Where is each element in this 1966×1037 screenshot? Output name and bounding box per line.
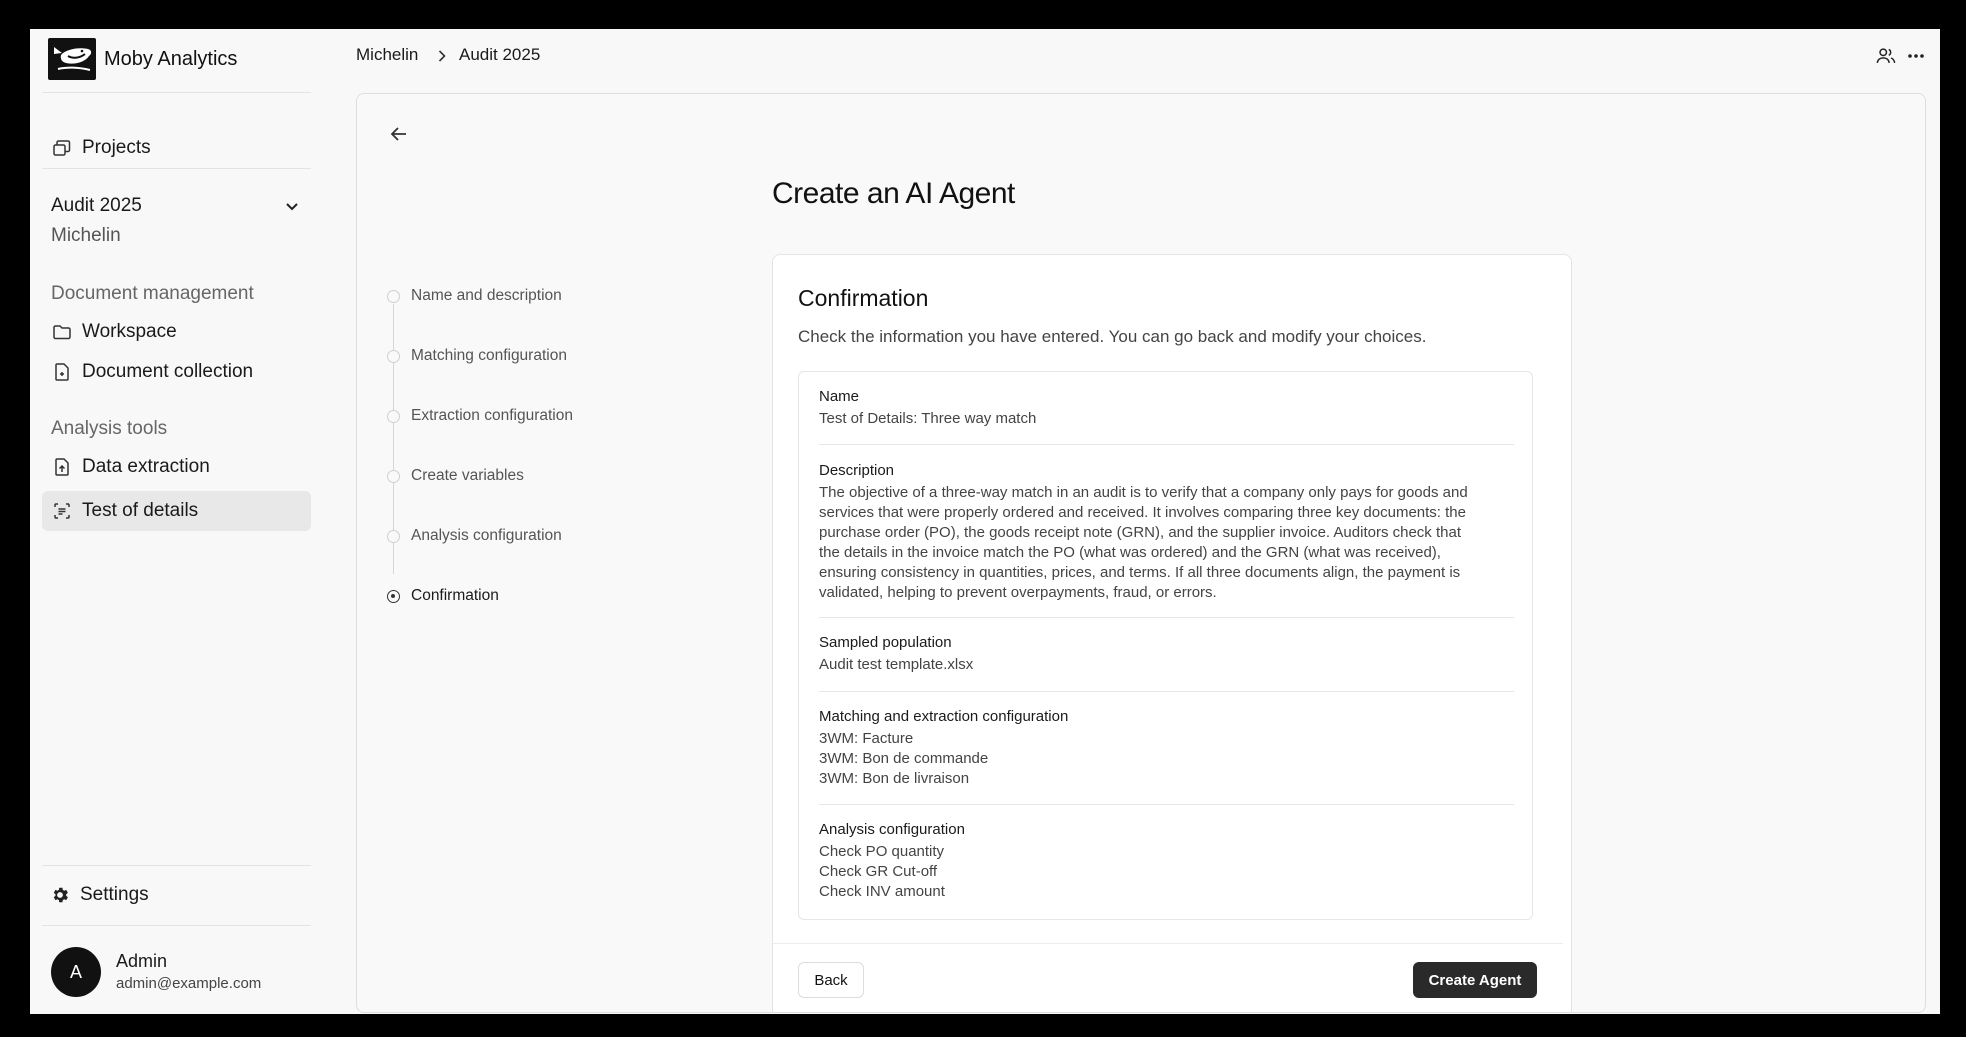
- field-description: Description The objective of a three-way…: [819, 461, 1514, 603]
- step-matching-configuration[interactable]: Matching configuration: [387, 347, 567, 365]
- step-label: Name and description: [411, 287, 562, 304]
- page-title: Create an AI Agent: [772, 177, 1015, 210]
- breadcrumb-item-project[interactable]: Audit 2025: [459, 45, 540, 65]
- sidebar-item-test-of-details[interactable]: Test of details: [42, 491, 311, 531]
- field-label: Name: [819, 388, 860, 405]
- field-analysis-configuration: Analysis configuration Check PO quantity…: [819, 820, 1514, 902]
- sidebar-item-label: Workspace: [82, 321, 177, 342]
- field-value: Check PO quantity Check GR Cut-off Check…: [819, 842, 1514, 902]
- divider: [773, 943, 1563, 944]
- divider: [42, 92, 311, 93]
- step-dot: [387, 289, 400, 303]
- description-line: The objective of a three-way match in an…: [819, 484, 1468, 501]
- config-line: Check INV amount: [819, 883, 945, 900]
- step-dot: [387, 529, 400, 543]
- step-label: Extraction configuration: [411, 407, 573, 424]
- section-label-document-management: Document management: [51, 283, 254, 304]
- project-client: Michelin: [51, 225, 121, 246]
- field-value: 3WM: Facture 3WM: Bon de commande 3WM: B…: [819, 729, 1514, 789]
- field-label: Matching and extraction configuration: [819, 708, 1069, 725]
- config-line: 3WM: Facture: [819, 730, 914, 747]
- divider: [42, 168, 311, 169]
- card-title: Confirmation: [798, 285, 929, 311]
- field-value: The objective of a three-way match in an…: [819, 483, 1514, 603]
- config-line: Check PO quantity: [819, 843, 945, 860]
- sidebar-item-label: Document collection: [82, 361, 254, 382]
- field-sampled-population: Sampled population Audit test template.x…: [819, 633, 1514, 675]
- step-extraction-configuration[interactable]: Extraction configuration: [387, 407, 573, 425]
- step-label: Create variables: [411, 467, 524, 484]
- step-analysis-configuration[interactable]: Analysis configuration: [387, 527, 562, 545]
- brand-name: Moby Analytics: [104, 47, 238, 70]
- breadcrumb-item-client[interactable]: Michelin: [356, 45, 418, 65]
- field-label: Analysis configuration: [819, 821, 965, 838]
- divider: [819, 691, 1514, 692]
- config-line: Check GR Cut-off: [819, 863, 938, 880]
- description-line: purchase order (PO), the goods receipt n…: [819, 524, 1461, 541]
- sidebar-item-label: Data extraction: [82, 456, 210, 477]
- step-create-variables[interactable]: Create variables: [387, 467, 524, 485]
- divider: [819, 444, 1514, 445]
- field-label: Sampled population: [819, 634, 952, 651]
- confirmation-card: Confirmation Check the information you h…: [772, 254, 1572, 1012]
- step-dot: [387, 469, 400, 483]
- more-options-icon[interactable]: [1904, 44, 1928, 68]
- step-name-and-description[interactable]: Name and description: [387, 287, 562, 305]
- user-email: admin@example.com: [116, 975, 262, 992]
- field-matching-configuration: Matching and extraction configuration 3W…: [819, 707, 1514, 789]
- back-button[interactable]: Back: [798, 962, 864, 998]
- test-of-details-icon: [52, 501, 72, 521]
- section-label-analysis-tools: Analysis tools: [51, 418, 168, 439]
- create-agent-button[interactable]: Create Agent: [1413, 962, 1537, 998]
- app-window: Moby Analytics Projects Audit 2025 Miche…: [30, 29, 1940, 1014]
- sidebar-item-data-extraction[interactable]: Data extraction: [42, 447, 311, 487]
- main-panel: Create an AI Agent Name and description …: [356, 93, 1926, 1013]
- sidebar-item-workspace[interactable]: Workspace: [42, 312, 311, 352]
- step-label: Matching configuration: [411, 347, 567, 364]
- sidebar-item-label: Projects: [82, 137, 151, 158]
- project-name: Audit 2025: [51, 195, 142, 216]
- divider: [819, 617, 1514, 618]
- back-arrow-icon[interactable]: [387, 122, 411, 146]
- divider: [42, 925, 311, 926]
- field-value: Audit test template.xlsx: [819, 656, 974, 673]
- chevron-right-icon: [438, 50, 446, 62]
- field-label: Description: [819, 462, 895, 479]
- step-dot: [387, 349, 400, 363]
- step-label: Confirmation: [411, 587, 499, 604]
- summary-box: Name Test of Details: Three way match De…: [798, 371, 1533, 920]
- step-dot-current: [387, 589, 400, 603]
- brand[interactable]: Moby Analytics: [48, 38, 237, 80]
- sidebar: Moby Analytics Projects Audit 2025 Miche…: [30, 29, 321, 1014]
- description-line: the details in the invoice match the PO …: [819, 544, 1441, 561]
- data-extraction-icon: [52, 457, 72, 477]
- sidebar-item-settings[interactable]: Settings: [42, 875, 311, 915]
- field-value: Test of Details: Three way match: [819, 410, 1037, 427]
- description-line: services that were properly ordered and …: [819, 504, 1466, 521]
- step-confirmation[interactable]: Confirmation: [387, 587, 499, 605]
- avatar[interactable]: A: [51, 947, 101, 997]
- gear-icon: [50, 885, 70, 905]
- config-line: 3WM: Bon de livraison: [819, 770, 970, 787]
- divider: [819, 804, 1514, 805]
- moby-logo-icon: [48, 38, 96, 80]
- folder-icon: [52, 322, 72, 342]
- description-line: ensuring consistency in quantities, pric…: [819, 564, 1461, 581]
- config-line: 3WM: Bon de commande: [819, 750, 989, 767]
- users-icon[interactable]: [1874, 44, 1898, 68]
- user-name: Admin: [116, 951, 168, 971]
- sidebar-item-label: Settings: [80, 884, 149, 905]
- divider: [42, 865, 311, 866]
- card-subtitle: Check the information you have entered. …: [798, 327, 1427, 346]
- chevron-down-icon[interactable]: [280, 194, 304, 218]
- sidebar-item-document-collection[interactable]: Document collection: [42, 352, 311, 392]
- sidebar-item-projects[interactable]: Projects: [42, 128, 311, 168]
- description-line: validated, helping to prevent overpaymen…: [819, 584, 1217, 601]
- projects-icon: [52, 138, 72, 158]
- field-name: Name Test of Details: Three way match: [819, 387, 1514, 429]
- step-dot: [387, 409, 400, 423]
- sidebar-item-label: Test of details: [82, 500, 199, 521]
- step-label: Analysis configuration: [411, 527, 562, 544]
- document-collection-icon: [52, 362, 72, 382]
